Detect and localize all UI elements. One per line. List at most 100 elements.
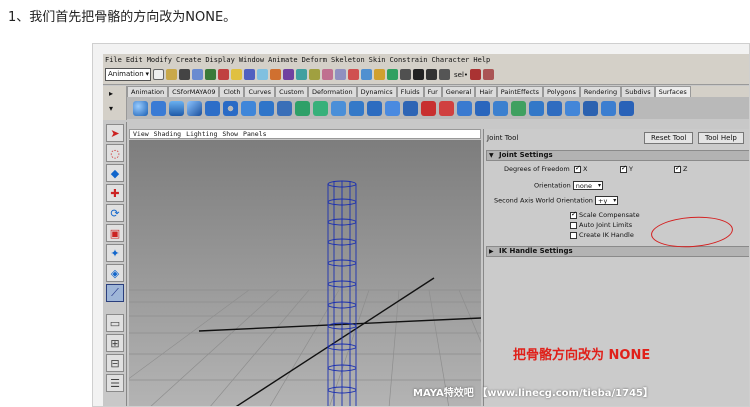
reset-tool-button[interactable]: Reset Tool: [644, 132, 694, 144]
save-scene-icon[interactable]: [179, 69, 190, 80]
paint-select-tool-icon[interactable]: ◆: [106, 164, 124, 182]
birail-icon[interactable]: [331, 100, 346, 116]
open-close-icon[interactable]: [511, 100, 526, 116]
move-tool-icon[interactable]: ✚: [106, 184, 124, 202]
shelf-tab-csformaya09[interactable]: CSforMAYA09: [168, 86, 220, 97]
nurbs-torus-icon[interactable]: [223, 100, 238, 116]
shelf-tab-hair[interactable]: Hair: [475, 86, 497, 97]
orientation-dropdown[interactable]: none: [572, 181, 603, 190]
shelf-tab-fluids[interactable]: Fluids: [396, 86, 424, 97]
menu-animate[interactable]: Animate: [268, 56, 298, 64]
menu-help[interactable]: Help: [473, 56, 490, 64]
select-hierarchy-icon[interactable]: [192, 69, 203, 80]
mode-selector[interactable]: Animation: [105, 68, 151, 81]
open-scene-icon[interactable]: [166, 69, 177, 80]
shelf-tabs-toggle-icon[interactable]: ▸: [109, 89, 113, 98]
channel-box-icon[interactable]: [470, 69, 482, 80]
bevel-icon[interactable]: [313, 100, 328, 116]
select-object-icon[interactable]: [205, 69, 216, 80]
shelf-tab-polygons[interactable]: Polygons: [542, 86, 580, 97]
mask-joint-icon[interactable]: [244, 69, 255, 80]
mask-render-icon[interactable]: [309, 69, 320, 80]
shelf-tab-painteffects[interactable]: PaintEffects: [496, 86, 543, 97]
scale-tool-icon[interactable]: ▣: [106, 224, 124, 242]
select-tool-icon[interactable]: ➤: [106, 124, 124, 142]
fillet-icon[interactable]: [385, 100, 400, 116]
viewport-menu-panels[interactable]: Panels: [243, 130, 266, 138]
render-globals-icon[interactable]: [439, 69, 450, 80]
history-icon[interactable]: [400, 69, 411, 80]
mask-curve-icon[interactable]: [257, 69, 268, 80]
ipr-render-icon[interactable]: [426, 69, 437, 80]
lasso-tool-icon[interactable]: ◌: [106, 144, 124, 162]
snap-point-icon[interactable]: [361, 69, 372, 80]
snap-view-icon[interactable]: [374, 69, 385, 80]
extend-icon[interactable]: [547, 100, 562, 116]
rotate-tool-icon[interactable]: ⟳: [106, 204, 124, 222]
two-pane-layout-icon[interactable]: ⊟: [106, 354, 124, 372]
snap-grid-icon[interactable]: [335, 69, 346, 80]
four-pane-layout-icon[interactable]: ⊞: [106, 334, 124, 352]
shelf-tab-general[interactable]: General: [441, 86, 476, 97]
attribute-editor-icon[interactable]: [483, 69, 495, 80]
attach-icon[interactable]: [457, 100, 472, 116]
menu-edit[interactable]: Edit: [126, 56, 143, 64]
manipulator-tool-icon[interactable]: ✦: [106, 244, 124, 262]
single-pane-layout-icon[interactable]: ▭: [106, 314, 124, 332]
soft-mod-tool-icon[interactable]: ◈: [106, 264, 124, 282]
mask-handle-icon[interactable]: [231, 69, 242, 80]
mask-deform-icon[interactable]: [283, 69, 294, 80]
create-ik-handle-checkbox[interactable]: [570, 231, 577, 239]
detach-icon[interactable]: [475, 100, 490, 116]
boundary-icon[interactable]: [349, 100, 364, 116]
shelf-menu-icon[interactable]: ▾: [109, 104, 113, 113]
shelf-tab-dynamics[interactable]: Dynamics: [356, 86, 397, 97]
revolve-icon[interactable]: [241, 100, 256, 116]
ik-handle-settings-section[interactable]: IK Handle Settings: [486, 246, 749, 257]
nurbs-cylinder-icon[interactable]: [169, 100, 184, 116]
shelf-tab-subdivs[interactable]: Subdivs: [621, 86, 655, 97]
menu-file[interactable]: File: [105, 56, 122, 64]
reverse-icon[interactable]: [601, 100, 616, 116]
planar-icon[interactable]: [277, 100, 292, 116]
menu-deform[interactable]: Deform: [302, 56, 327, 64]
viewport-menu-shading[interactable]: Shading: [154, 130, 181, 138]
viewport-menu-view[interactable]: View: [133, 130, 149, 138]
snap-curve-icon[interactable]: [348, 69, 359, 80]
menu-window[interactable]: Window: [239, 56, 264, 64]
shelf-tab-animation[interactable]: Animation: [127, 86, 169, 97]
joint-settings-section[interactable]: Joint Settings: [486, 150, 749, 161]
nurbs-sphere-icon[interactable]: [133, 100, 148, 116]
square-icon[interactable]: [367, 100, 382, 116]
rebuild-icon[interactable]: [583, 100, 598, 116]
new-scene-icon[interactable]: [153, 69, 164, 80]
shelf-tab-surfaces[interactable]: Surfaces: [654, 86, 691, 97]
untrim-icon[interactable]: [439, 100, 454, 116]
shelf-tab-deformation[interactable]: Deformation: [307, 86, 357, 97]
outliner-layout-icon[interactable]: ☰: [106, 374, 124, 392]
mask-misc-icon[interactable]: [322, 69, 333, 80]
snap-live-icon[interactable]: [387, 69, 398, 80]
loft-icon[interactable]: [259, 100, 274, 116]
perspective-viewport[interactable]: [129, 140, 481, 406]
trim-icon[interactable]: [421, 100, 436, 116]
menu-display[interactable]: Display: [205, 56, 235, 64]
nurbs-cone-icon[interactable]: [187, 100, 202, 116]
select-component-icon[interactable]: [218, 69, 229, 80]
viewport-menu-lighting[interactable]: Lighting: [186, 130, 217, 138]
render-frame-icon[interactable]: [413, 69, 424, 80]
menu-skeleton[interactable]: Skeleton: [331, 56, 365, 64]
menu-character[interactable]: Character: [431, 56, 469, 64]
sculpt-icon[interactable]: [619, 100, 634, 116]
auto-joint-limits-checkbox[interactable]: [570, 221, 577, 229]
shelf-tab-rendering[interactable]: Rendering: [579, 86, 622, 97]
align-icon[interactable]: [493, 100, 508, 116]
dof-x-checkbox[interactable]: [574, 164, 581, 173]
scale-compensate-checkbox[interactable]: [570, 210, 577, 219]
mask-dynamics-icon[interactable]: [296, 69, 307, 80]
menu-skin[interactable]: Skin: [369, 56, 386, 64]
shelf-tab-fur[interactable]: Fur: [423, 86, 442, 97]
nurbs-plane-icon[interactable]: [205, 100, 220, 116]
menu-create[interactable]: Create: [176, 56, 201, 64]
offset-icon[interactable]: [565, 100, 580, 116]
